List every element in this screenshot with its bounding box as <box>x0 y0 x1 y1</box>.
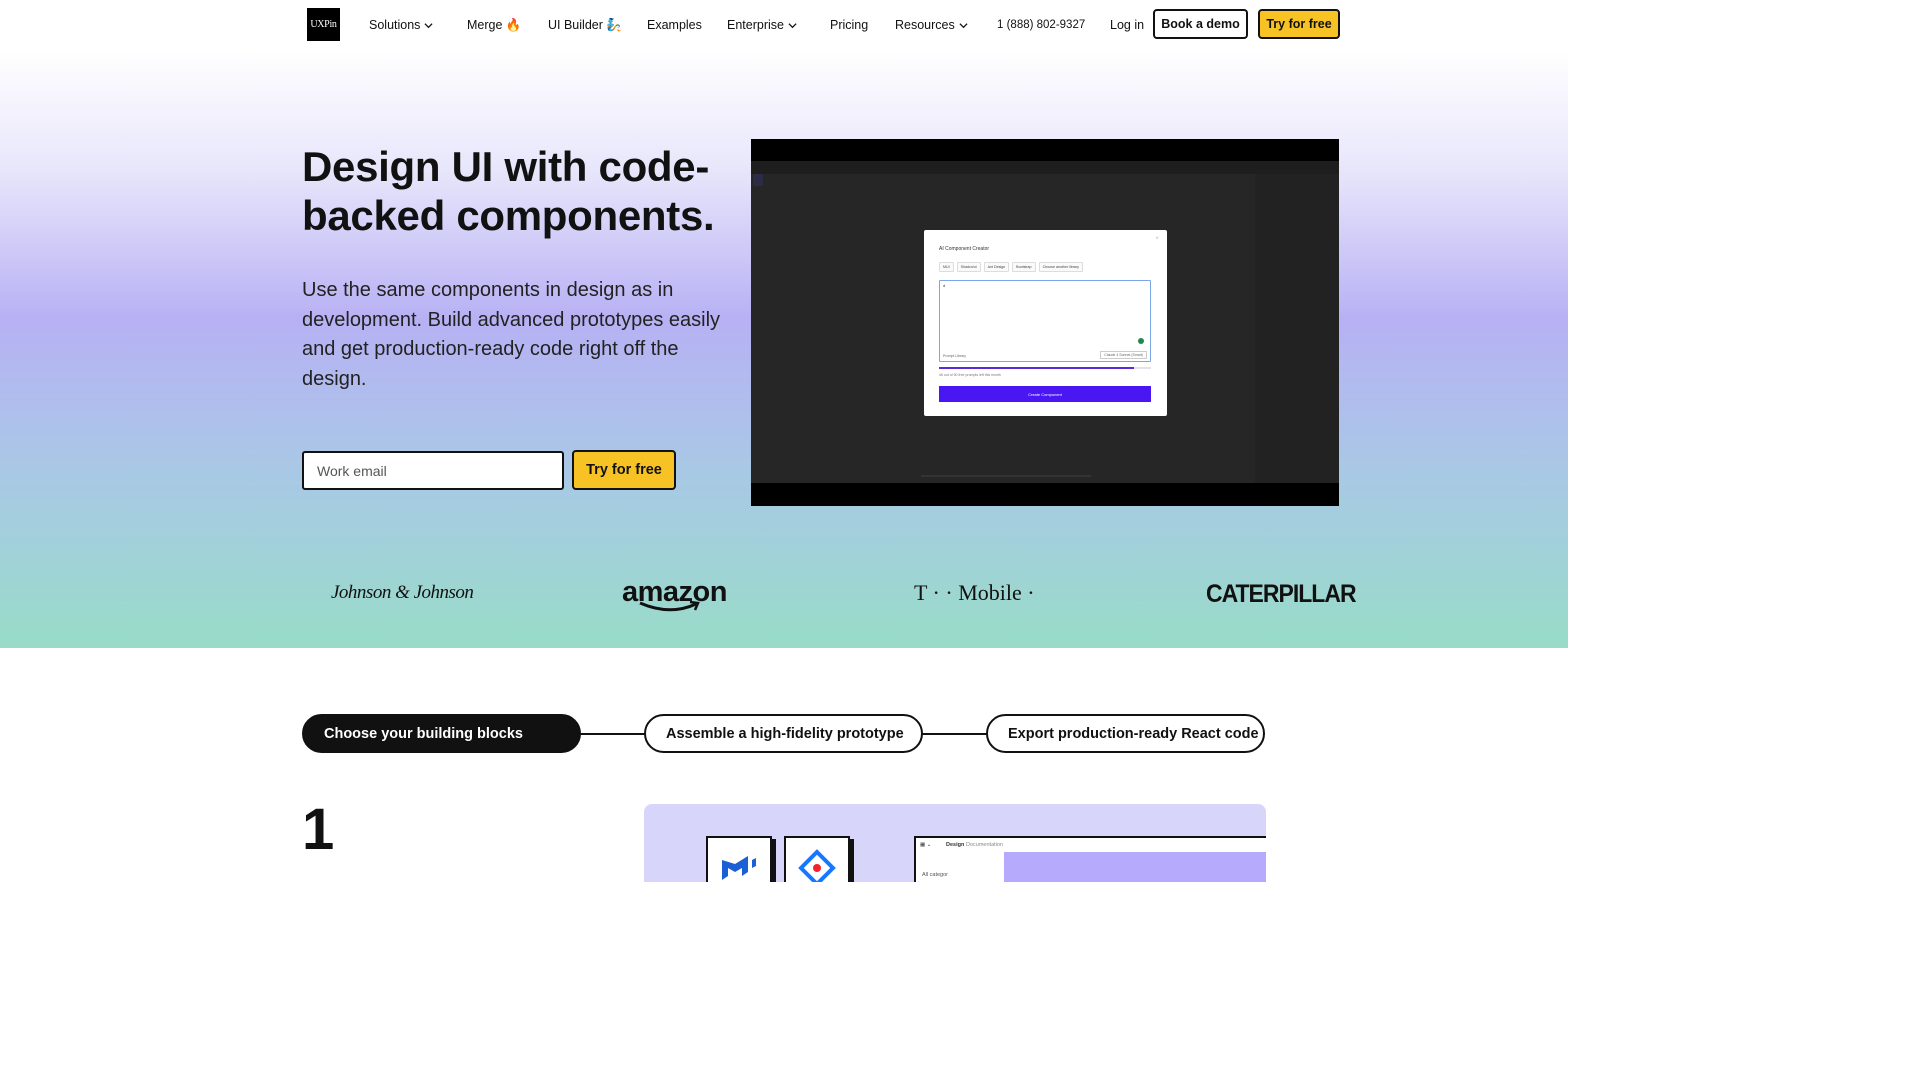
model-select[interactable]: Claude 4 Sonnet (Smart) <box>1100 351 1147 359</box>
nav-merge[interactable]: Merge 🔥 <box>467 16 521 34</box>
step-number: 1 <box>302 797 335 862</box>
ant-design-logo-icon <box>798 849 836 882</box>
ai-component-creator-modal: AI Component Creator × MUI Shadcn/ui Ant… <box>924 230 1167 416</box>
ant-design-library-card[interactable] <box>784 836 850 882</box>
step-connector <box>922 733 988 735</box>
editor-topbar <box>751 161 1339 174</box>
library-tab[interactable]: MUI <box>939 262 954 272</box>
nav-ui-builder-label: UI Builder 🧞 <box>548 17 622 32</box>
editor-canvas <box>1004 852 1266 882</box>
close-icon[interactable]: × <box>1155 236 1159 242</box>
library-tab[interactable]: Choose another library <box>1038 262 1083 272</box>
mui-logo-icon <box>722 856 756 880</box>
tab-design[interactable]: Design <box>946 842 964 848</box>
book-demo-button[interactable]: Book a demo <box>1153 9 1248 39</box>
library-tab[interactable]: Ant Design <box>983 262 1010 272</box>
amazon-smile-icon <box>639 600 700 612</box>
building-blocks-preview: ▦ ⌄ Design Documentation All categor <box>644 804 1266 882</box>
hero-title: Design UI with code-backed components. <box>302 143 715 239</box>
tab-documentation[interactable]: Documentation <box>966 842 1003 848</box>
nav-solutions[interactable]: Solutions <box>369 16 433 34</box>
nav-solutions-label: Solutions <box>369 18 421 32</box>
chevron-down-icon <box>788 22 797 28</box>
nav-pricing-label: Pricing <box>830 18 869 32</box>
nav-resources[interactable]: Resources <box>895 16 968 34</box>
mui-library-card[interactable] <box>706 836 772 882</box>
library-tab[interactable]: Bootstrap <box>1012 262 1036 272</box>
prompt-textarea[interactable]: d Prompt Library Claude 4 Sonnet (Smart) <box>939 280 1151 362</box>
editor-scrollbar <box>921 475 1091 477</box>
prompt-usage-bar <box>939 367 1151 369</box>
nav-ui-builder[interactable]: UI Builder 🧞 <box>548 16 622 34</box>
create-component-button[interactable]: Create Component <box>939 386 1151 402</box>
nav-enterprise-label: Enterprise <box>727 18 784 32</box>
phone-link[interactable]: 1 (888) 802-9327 <box>997 16 1085 34</box>
prompt-limit-text: 46 out of 50 free prompts left this mont… <box>939 373 1001 377</box>
nav-enterprise[interactable]: Enterprise <box>727 16 797 34</box>
library-tabs: MUI Shadcn/ui Ant Design Bootstrap Choos… <box>939 262 1083 272</box>
header-try-free-button[interactable]: Try for free <box>1258 9 1340 39</box>
prompt-usage-fill <box>939 367 1135 369</box>
uxpin-editor-window: ▦ ⌄ Design Documentation All categor <box>914 836 1266 882</box>
step-connector <box>580 733 646 735</box>
step-assemble-prototype[interactable]: Assemble a high-fidelity prototype <box>644 714 923 753</box>
t-mobile-logo: T · · Mobile · <box>914 580 1035 605</box>
nav-merge-label: Merge 🔥 <box>467 17 522 32</box>
editor-left-marker <box>753 174 763 186</box>
chevron-down-icon <box>424 22 433 28</box>
editor-properties-panel <box>1255 174 1339 483</box>
grid-icon: ▦ ⌄ <box>920 842 932 848</box>
phone-number: 1 (888) 802-9327 <box>997 19 1086 31</box>
nav-examples[interactable]: Examples <box>647 16 702 34</box>
modal-title: AI Component Creator <box>939 246 990 252</box>
assistant-icon <box>1138 338 1144 344</box>
johnson-johnson-logo: Johnson & Johnson <box>331 582 474 603</box>
step-choose-building-blocks[interactable]: Choose your building blocks <box>302 714 581 753</box>
nav-pricing[interactable]: Pricing <box>830 16 868 34</box>
nav-resources-label: Resources <box>895 18 955 32</box>
category-select[interactable]: All categor <box>922 872 948 878</box>
hero-subtitle: Use the same components in design as in … <box>302 279 721 390</box>
hero-try-free-button[interactable]: Try for free <box>572 450 676 490</box>
chevron-down-icon <box>959 22 968 28</box>
hero-section: Design UI with code-backed components. U… <box>0 50 1568 648</box>
prompt-text: d <box>943 283 946 288</box>
nav-examples-label: Examples <box>647 18 702 32</box>
prompt-library-link[interactable]: Prompt Library <box>943 354 966 358</box>
login-label: Log in <box>1110 18 1145 32</box>
video-frame: AI Component Creator × MUI Shadcn/ui Ant… <box>751 161 1339 483</box>
customer-logos: Johnson & Johnson amazon T · · Mobile · … <box>0 570 1568 620</box>
site-header: UXPin Solutions Merge 🔥 UI Builder 🧞 Exa… <box>0 0 1568 50</box>
uxpin-logo[interactable]: UXPin <box>307 8 340 41</box>
step-export-react-code[interactable]: Export production-ready React code <box>986 714 1265 753</box>
caterpillar-logo: CATERPILLAR <box>1206 579 1357 608</box>
library-tab[interactable]: Shadcn/ui <box>956 262 981 272</box>
work-email-input[interactable] <box>302 451 564 490</box>
login-link[interactable]: Log in <box>1110 16 1144 34</box>
product-video[interactable]: AI Component Creator × MUI Shadcn/ui Ant… <box>751 139 1339 506</box>
